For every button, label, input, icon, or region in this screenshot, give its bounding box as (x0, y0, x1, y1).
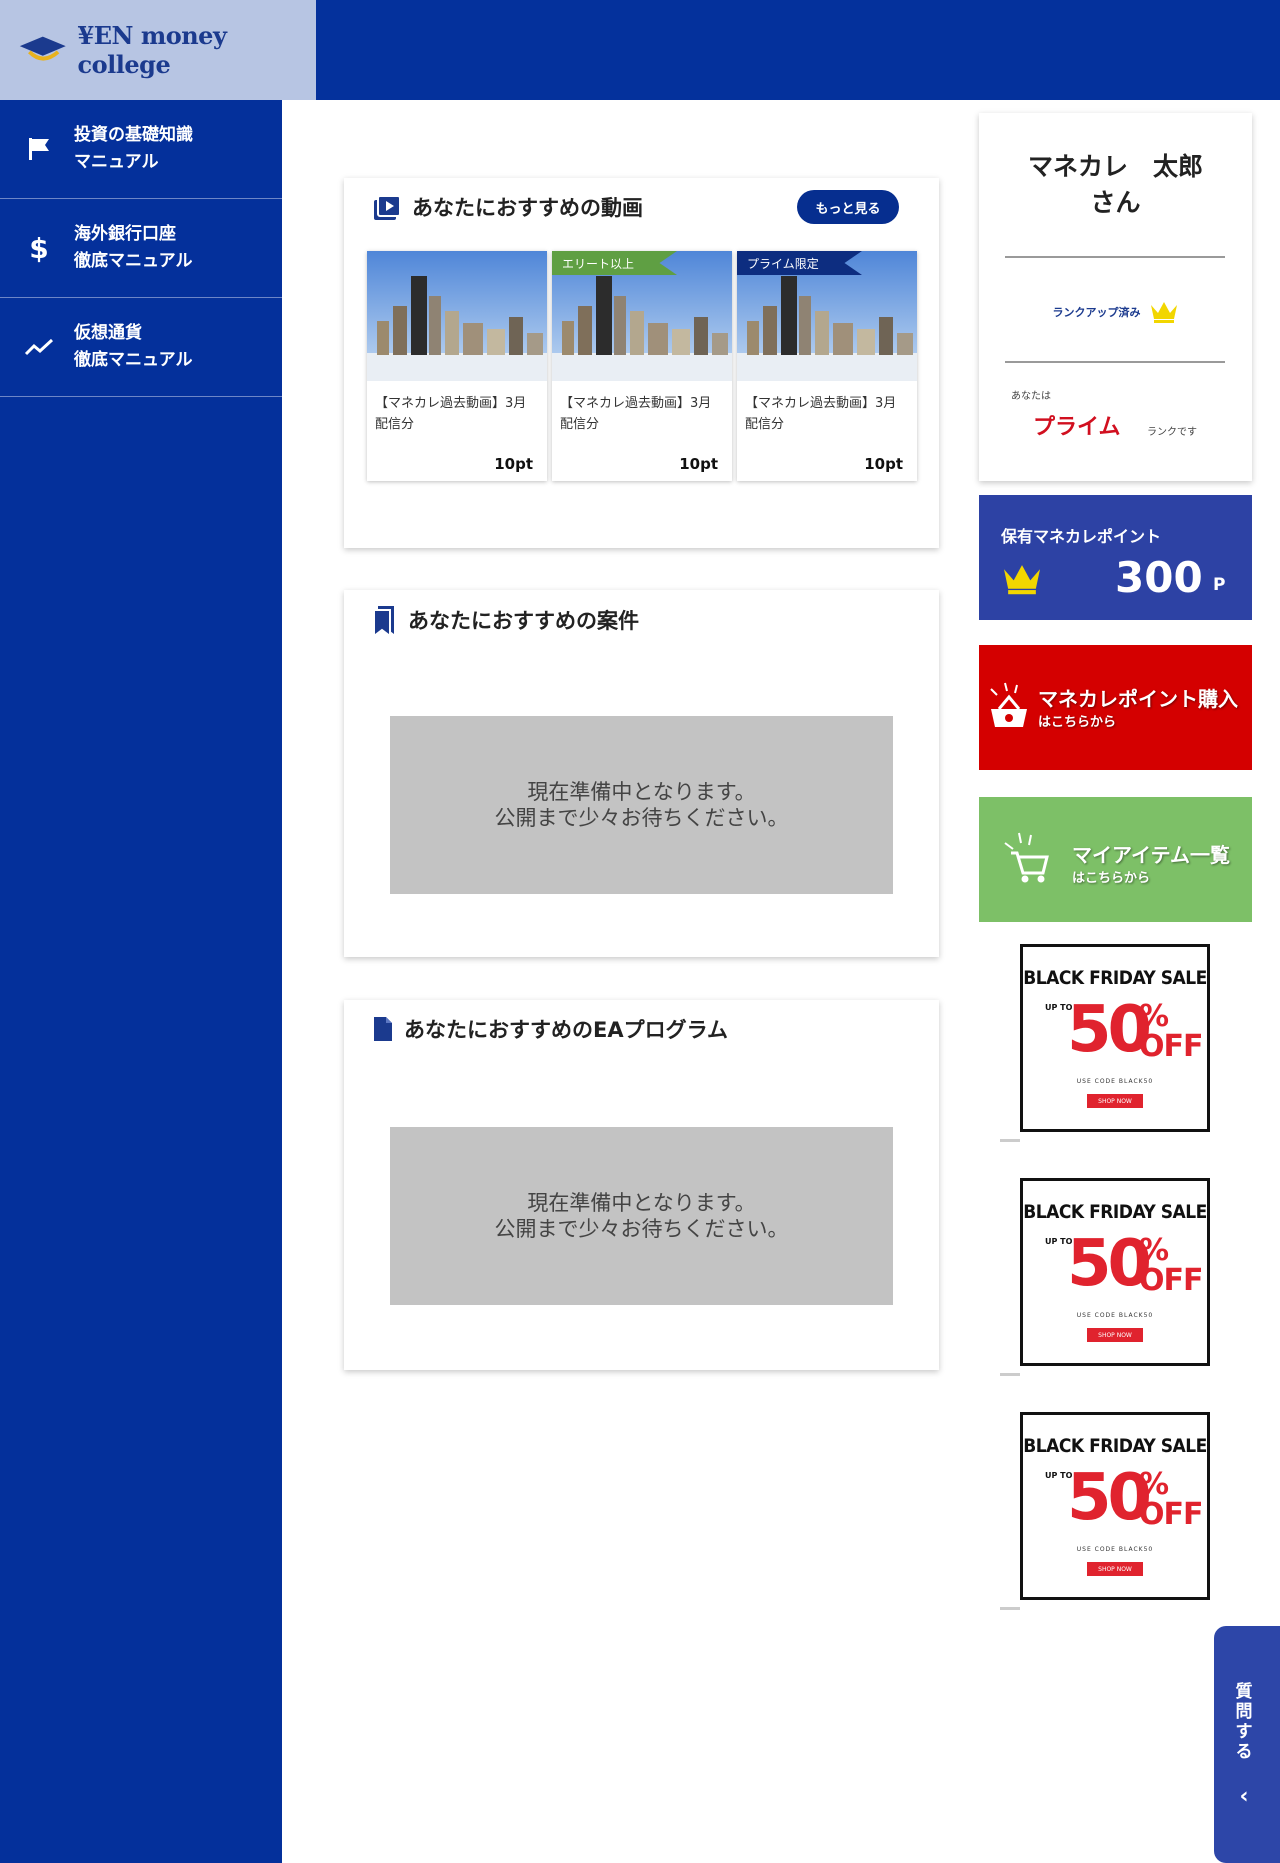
ask-label-text: 質問する (1235, 1682, 1253, 1762)
section-title: あなたにおすすめのEAプログラム (404, 1018, 728, 1042)
black-friday-banner[interactable]: BLACK FRIDAY SALE UP TO 50 % OFF USE COD… (1000, 932, 1232, 1142)
banner-discount-value: 50 (1067, 1461, 1152, 1535)
banner-off: OFF (1139, 1497, 1203, 1532)
graduation-cap-icon (19, 36, 66, 61)
sidebar-item-label: 仮想通貨 徹底マニュアル (74, 323, 193, 370)
banner-divider (1000, 1607, 1020, 1610)
see-more-button[interactable]: もっと見る (797, 190, 899, 224)
black-friday-banner[interactable]: BLACK FRIDAY SALE UP TO 50 % OFF USE COD… (1000, 1166, 1232, 1376)
rank-suffix: ランクです (1147, 427, 1197, 438)
points-label: 保有マネカレポイント (1001, 527, 1162, 546)
banner-discount-value: 50 (1067, 1227, 1152, 1301)
video-library-icon (374, 195, 401, 220)
banner-code: USE CODE BLACK50 (1076, 1546, 1154, 1553)
rankup-label: ランクアップ済み (1052, 306, 1141, 319)
profile-card: マネカレ 太郎 さん ランクアップ済み あなたは プライム ランクです (979, 113, 1252, 481)
recommended-videos-card: あなたにおすすめの動画 もっと見る 【マネカレ過去動画】3月配信分 10pt エ… (344, 178, 939, 548)
sidebar: 投資の基礎知識 マニュアル $ 海外銀行口座 徹底マニュアル 仮想通貨 徹底マニ… (0, 100, 282, 1863)
video-thumbnail (367, 251, 547, 381)
black-friday-banner[interactable]: BLACK FRIDAY SALE UP TO 50 % OFF USE COD… (1000, 1400, 1232, 1610)
promo-sub-label: はこちらから (1038, 715, 1117, 730)
you-are-label: あなたは (1011, 391, 1051, 402)
video-points: 10pt (679, 455, 718, 473)
video-card[interactable]: 【マネカレ過去動画】3月配信分 10pt (367, 251, 547, 481)
divider (1005, 361, 1225, 363)
sidebar-item-investment-basics[interactable]: 投資の基礎知識 マニュアル (0, 100, 282, 199)
promo-main-label: マネカレポイント購入 (1038, 687, 1238, 711)
video-points: 10pt (494, 455, 533, 473)
sidebar-item-label: 海外銀行口座 徹底マニュアル (74, 224, 193, 271)
placeholder-line: 現在準備中となります。 (527, 1191, 756, 1215)
ask-question-button[interactable]: 質問する ‹ (1214, 1626, 1280, 1863)
rank-name: プライム (1033, 415, 1121, 440)
banner-divider (1000, 1373, 1020, 1376)
points-value: 300 (1115, 553, 1203, 602)
bookmark-icon (373, 606, 394, 636)
banner-frame: BLACK FRIDAY SALE UP TO 50 % OFF USE COD… (1020, 1178, 1210, 1366)
banner-shop-button: SHOP NOW (1087, 1562, 1143, 1576)
banner-code: USE CODE BLACK50 (1076, 1312, 1154, 1319)
video-points: 10pt (864, 455, 903, 473)
banner-code: USE CODE BLACK50 (1076, 1078, 1154, 1085)
placeholder-line: 公開まで少々お待ちください。 (494, 806, 789, 830)
honorific: さん (1090, 188, 1141, 217)
sidebar-item-crypto[interactable]: 仮想通貨 徹底マニュアル (0, 298, 282, 397)
video-title: 【マネカレ過去動画】3月配信分 (375, 396, 527, 432)
sidebar-item-overseas-bank[interactable]: $ 海外銀行口座 徹底マニュアル (0, 199, 282, 298)
banner-shop-button: SHOP NOW (1087, 1094, 1143, 1108)
section-title: あなたにおすすめの案件 (408, 609, 639, 633)
prime-ribbon: プライム限定 (737, 251, 862, 275)
elite-ribbon: エリート以上 (552, 251, 677, 275)
banner-title: BLACK FRIDAY SALE (1023, 1435, 1207, 1457)
my-items-button[interactable]: マイアイテム一覧 はこちらから (979, 797, 1252, 922)
recommended-ea-card: あなたにおすすめのEAプログラム 現在準備中となります。 公開まで少々お待ちくださ… (344, 1000, 939, 1370)
promo-sub-label: はこちらから (1072, 871, 1151, 886)
banner-frame: BLACK FRIDAY SALE UP TO 50 % OFF USE COD… (1020, 944, 1210, 1132)
banner-shop-button: SHOP NOW (1087, 1328, 1143, 1342)
divider (1005, 256, 1225, 258)
video-title: 【マネカレ過去動画】3月配信分 (745, 396, 897, 432)
banner-title: BLACK FRIDAY SALE (1023, 1201, 1207, 1223)
banner-divider (1000, 1139, 1020, 1142)
points-box: 保有マネカレポイント 300 P (979, 495, 1252, 620)
video-card[interactable]: プライム限定 【マネカレ過去動画】3月配信分 10pt (737, 251, 917, 481)
recommended-deals-card: あなたにおすすめの案件 現在準備中となります。 公開まで少々お待ちください。 (344, 590, 939, 957)
crown-icon (1150, 302, 1177, 323)
sidebar-item-label: 投資の基礎知識 マニュアル (74, 125, 193, 172)
banner-title: BLACK FRIDAY SALE (1023, 967, 1207, 989)
shopping-cart-icon (1004, 832, 1049, 883)
banner-frame: BLACK FRIDAY SALE UP TO 50 % OFF USE COD… (1020, 1412, 1210, 1600)
user-name: マネカレ 太郎 (1027, 152, 1203, 181)
video-thumbnail: プライム限定 (737, 251, 917, 381)
placeholder-line: 現在準備中となります。 (527, 780, 756, 804)
chevron-left-icon: ‹ (1239, 1784, 1249, 1809)
banner-discount-value: 50 (1067, 993, 1152, 1067)
coming-soon-placeholder: 現在準備中となります。 公開まで少々お待ちください。 (390, 716, 893, 894)
coming-soon-placeholder: 現在準備中となります。 公開まで少々お待ちください。 (390, 1127, 893, 1305)
placeholder-line: 公開まで少々お待ちください。 (494, 1217, 789, 1241)
rankup-status: ランクアップ済み (979, 299, 1252, 325)
dollar-icon: $ (29, 231, 49, 265)
logo-text: ¥EN money college (77, 21, 227, 79)
trend-icon (24, 332, 54, 362)
crown-icon (1004, 565, 1040, 595)
banner-off: OFF (1139, 1029, 1203, 1064)
ask-label: 質問する (1214, 1682, 1274, 1762)
video-title: 【マネカレ過去動画】3月配信分 (560, 396, 712, 432)
video-thumbnail: エリート以上 (552, 251, 732, 381)
promo-main-label: マイアイテム一覧 (1072, 843, 1230, 867)
video-card[interactable]: エリート以上 【マネカレ過去動画】3月配信分 10pt (552, 251, 732, 481)
document-icon (374, 1017, 392, 1041)
logo[interactable]: ¥EN money college (0, 0, 316, 100)
buy-points-button[interactable]: マネカレポイント購入 はこちらから (979, 645, 1252, 770)
banner-off: OFF (1139, 1263, 1203, 1298)
points-unit: P (1213, 575, 1226, 595)
section-title: あなたにおすすめの動画 (412, 196, 643, 220)
flag-icon (24, 134, 54, 164)
shopping-basket-icon (990, 682, 1027, 727)
